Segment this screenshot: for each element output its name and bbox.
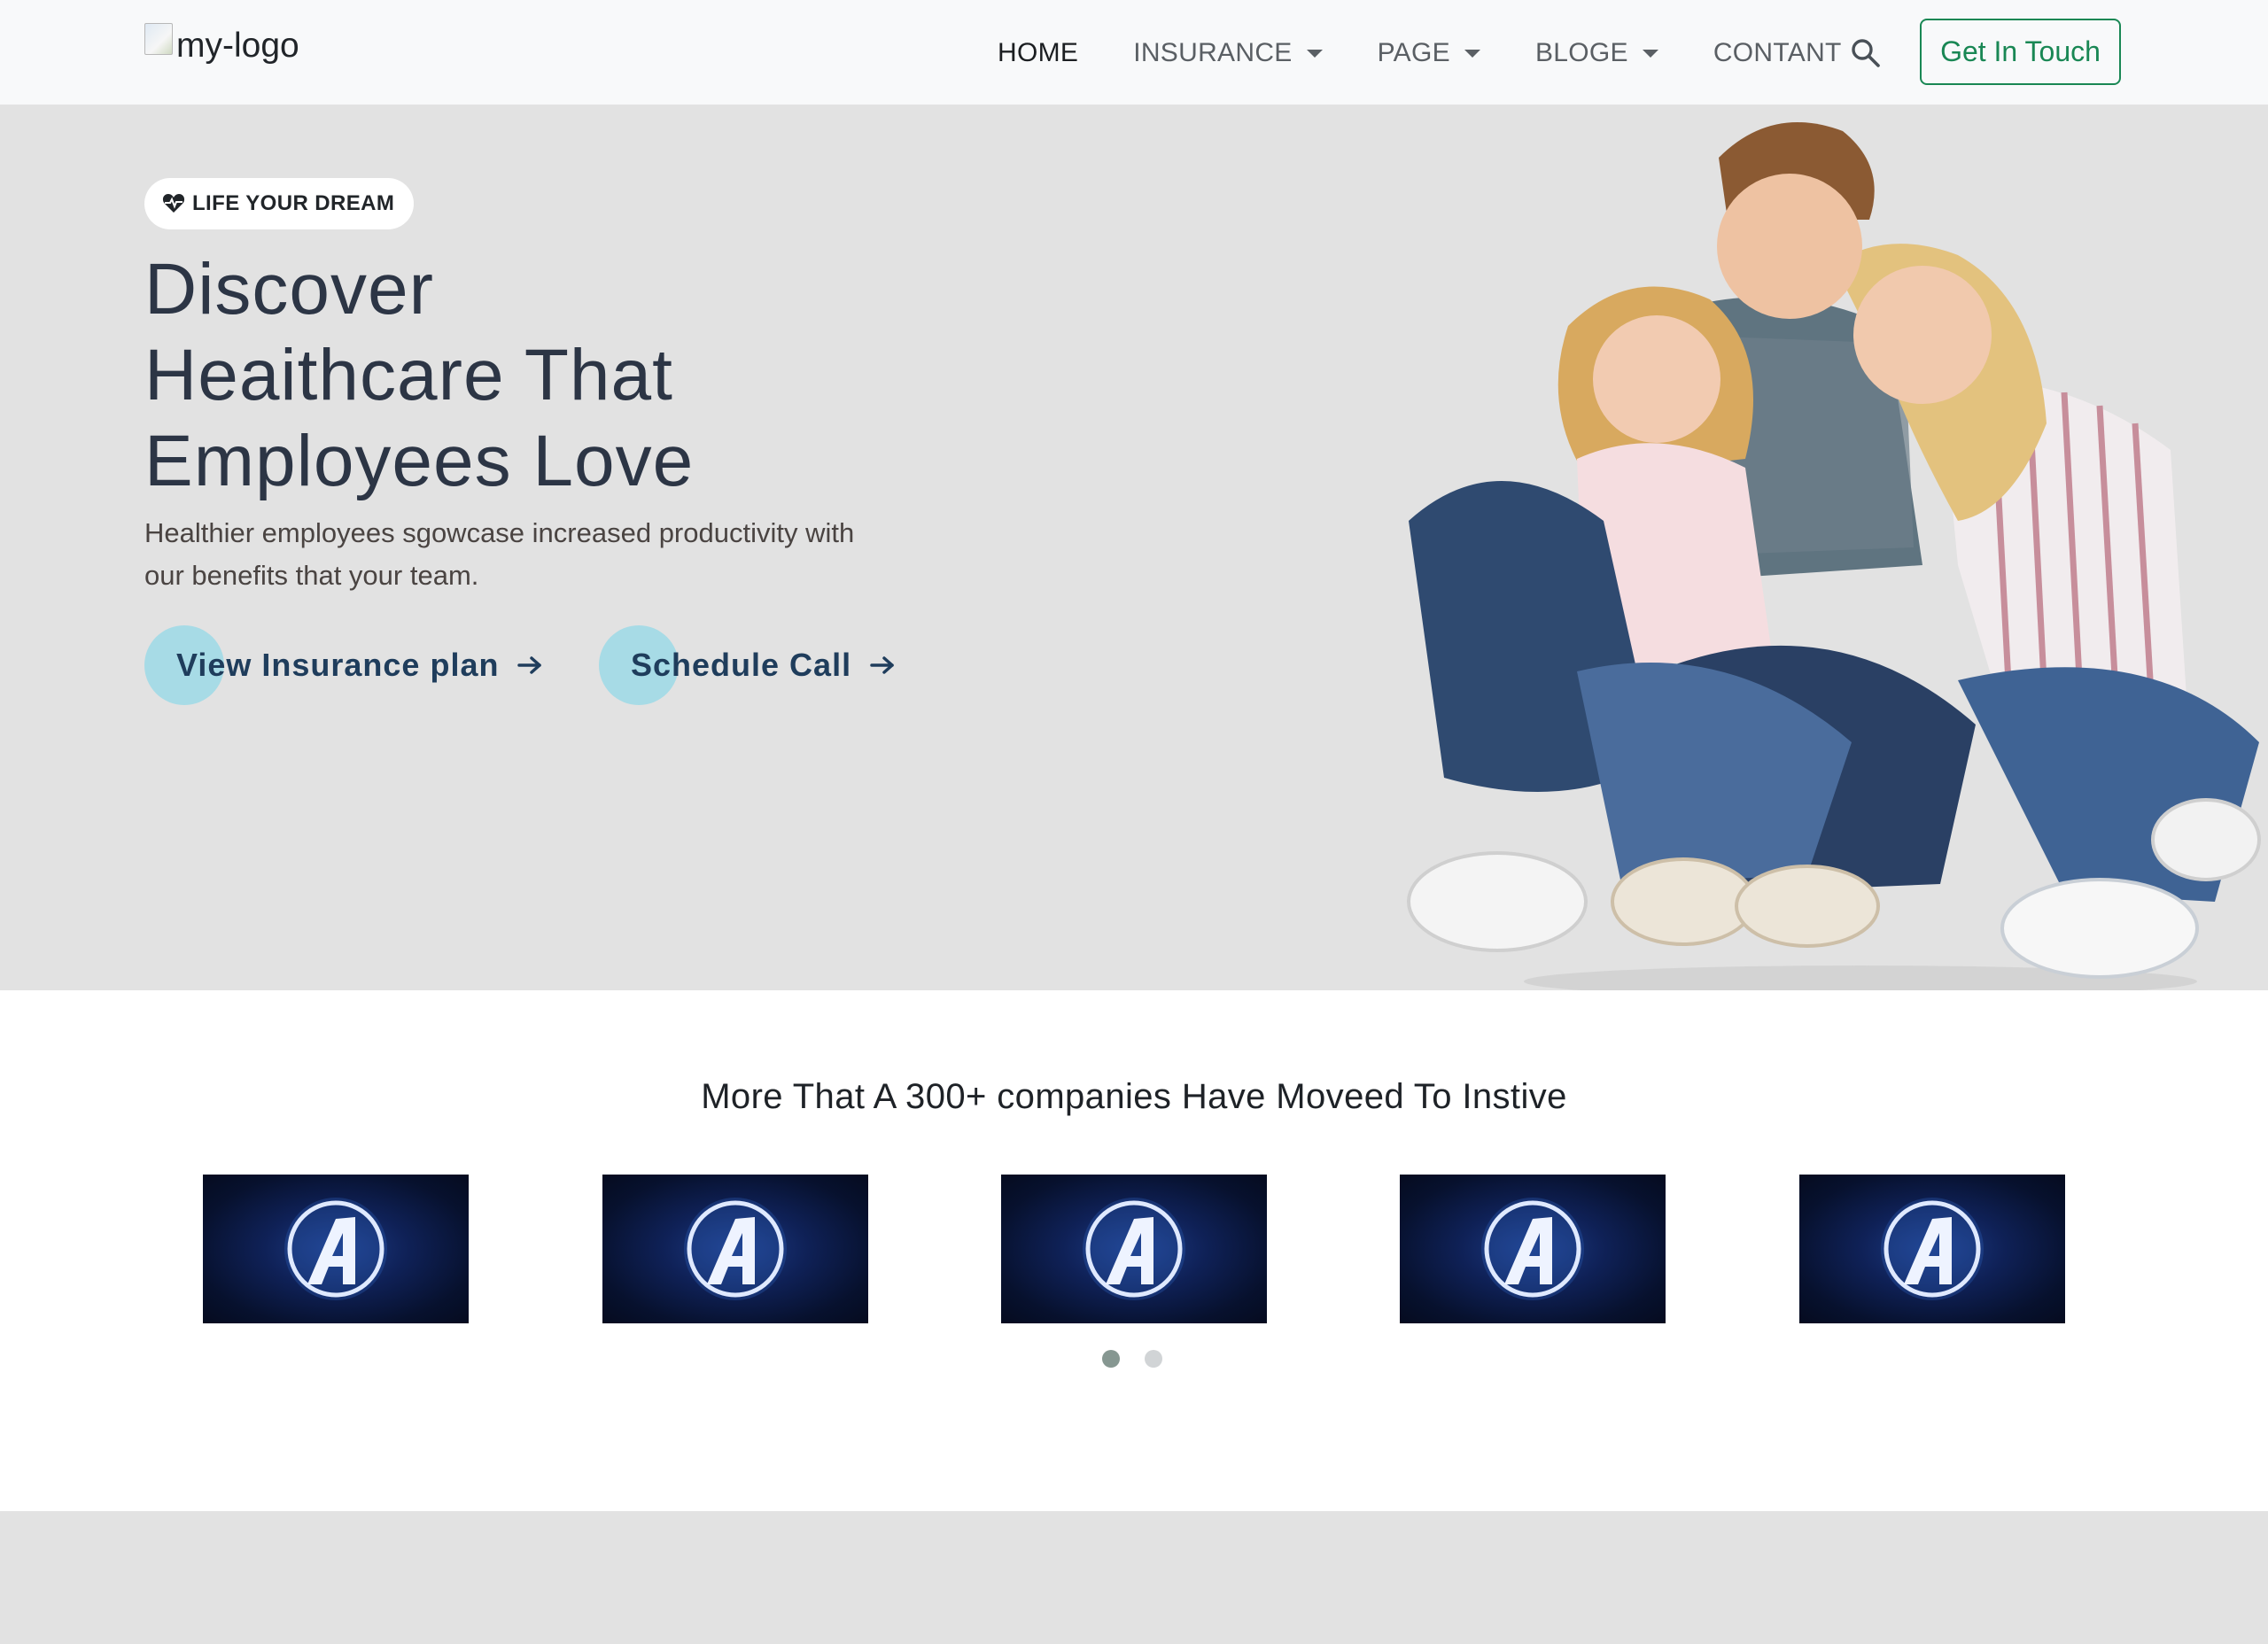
hero-subtitle-line: Healthier employees sgowcase increased p…: [144, 517, 855, 548]
avengers-logo-icon: [1083, 1198, 1185, 1300]
avengers-logo-icon: [284, 1198, 387, 1300]
nav-item-insurance[interactable]: INSURANCE: [1133, 38, 1323, 68]
caret-down-icon: [1642, 49, 1658, 58]
main-nav: HOME INSURANCE PAGE BLOGE CONTANT: [998, 27, 1897, 80]
hero-title-line: Heaithcare That: [144, 335, 673, 415]
partners-title: More That A 300+ companies Have Moveed T…: [701, 1077, 1567, 1116]
carousel-dot-2[interactable]: [1145, 1350, 1162, 1368]
carousel-dots: [1102, 1350, 1162, 1368]
nav-item-page[interactable]: PAGE: [1378, 38, 1480, 68]
nav-item-bloge[interactable]: BLOGE: [1535, 38, 1658, 68]
button-label: View Insurance plan: [176, 647, 500, 683]
avengers-logo-icon: [1881, 1198, 1984, 1300]
hero-title-line: Discover: [144, 249, 434, 330]
nav-item-contant[interactable]: CONTANT: [1713, 38, 1842, 68]
site-logo[interactable]: my-logo: [144, 23, 299, 66]
button-label: Schedule Call: [631, 647, 852, 683]
partner-logo: [1001, 1175, 1267, 1323]
hero-badge: LIFE YOUR DREAM: [144, 178, 415, 229]
nav-label: HOME: [998, 38, 1079, 67]
avengers-logo-icon: [684, 1198, 787, 1300]
nav-label: CONTANT: [1713, 38, 1842, 67]
partner-logo: [1799, 1175, 2065, 1323]
avengers-logo-icon: [1481, 1198, 1584, 1300]
view-insurance-plan-button[interactable]: View Insurance plan: [144, 625, 543, 705]
heart-pulse-icon: [162, 194, 185, 213]
hero-subtitle: Healthier employees sgowcase increased p…: [144, 512, 942, 597]
schedule-call-button[interactable]: Schedule Call: [599, 625, 896, 705]
nav-label: PAGE: [1377, 38, 1450, 67]
hero-title-line: Employees Love: [144, 421, 695, 501]
get-in-touch-button[interactable]: Get In Touch: [1920, 19, 2121, 85]
next-section-background: [0, 1511, 2268, 1644]
family-photo: [1407, 122, 2261, 990]
partner-logo: [1400, 1175, 1666, 1323]
arrow-right-icon: [870, 656, 894, 674]
nav-label: INSURANCE: [1133, 38, 1293, 67]
arrow-right-icon: [517, 656, 542, 674]
partner-logo: [203, 1175, 469, 1323]
search-icon[interactable]: [1850, 37, 1882, 69]
partner-logo: [602, 1175, 868, 1323]
partners-section: More That A 300+ companies Have Moveed T…: [0, 990, 2268, 1511]
badge-label: LIFE YOUR DREAM: [192, 191, 395, 215]
navbar: my-logo HOME INSURANCE PAGE BLOGE CONTAN…: [0, 0, 2268, 105]
hero-subtitle-line: our benefits that your team.: [144, 560, 479, 591]
broken-image-icon: [144, 23, 173, 55]
hero-title: Discover Heaithcare That Employees Love: [144, 246, 942, 504]
nav-label: BLOGE: [1534, 38, 1628, 67]
caret-down-icon: [1306, 49, 1323, 58]
caret-down-icon: [1464, 49, 1480, 58]
hero-section: LIFE YOUR DREAM Discover Heaithcare That…: [0, 105, 2268, 990]
logo-alt-text: my-logo: [176, 27, 299, 65]
nav-item-home[interactable]: HOME: [998, 38, 1078, 68]
carousel-dot-1[interactable]: [1102, 1350, 1120, 1368]
